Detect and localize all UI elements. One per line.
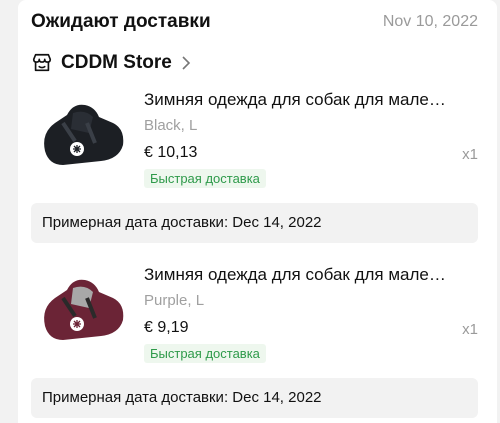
product-image-dog-coat-black[interactable]	[33, 93, 133, 177]
product-quantity: x1	[462, 321, 478, 338]
order-date: Nov 10, 2022	[382, 13, 478, 30]
store-link[interactable]: CDDM Store	[31, 51, 192, 75]
product-quantity: x1	[462, 146, 478, 163]
estimated-delivery: Примерная дата доставки: Dec 14, 2022	[31, 203, 478, 243]
product-variant: Purple, L	[144, 292, 205, 309]
product-image-dog-coat-purple[interactable]	[33, 268, 133, 352]
product-title[interactable]: Зимняя одежда для собак для мале…	[144, 90, 476, 110]
product-variant: Black, L	[144, 117, 198, 134]
product-price: € 10,13	[144, 144, 198, 161]
store-name: CDDM Store	[61, 52, 172, 73]
chevron-right-icon	[182, 56, 190, 70]
product-title[interactable]: Зимняя одежда для собак для мале…	[144, 265, 476, 285]
store-icon	[32, 53, 52, 72]
section-title: Ожидают доставки	[31, 11, 211, 32]
fast-delivery-badge: Быстрая доставка	[144, 344, 266, 363]
fast-delivery-badge: Быстрая доставка	[144, 169, 266, 188]
product-price: € 9,19	[144, 319, 189, 336]
estimated-delivery: Примерная дата доставки: Dec 14, 2022	[31, 378, 478, 418]
